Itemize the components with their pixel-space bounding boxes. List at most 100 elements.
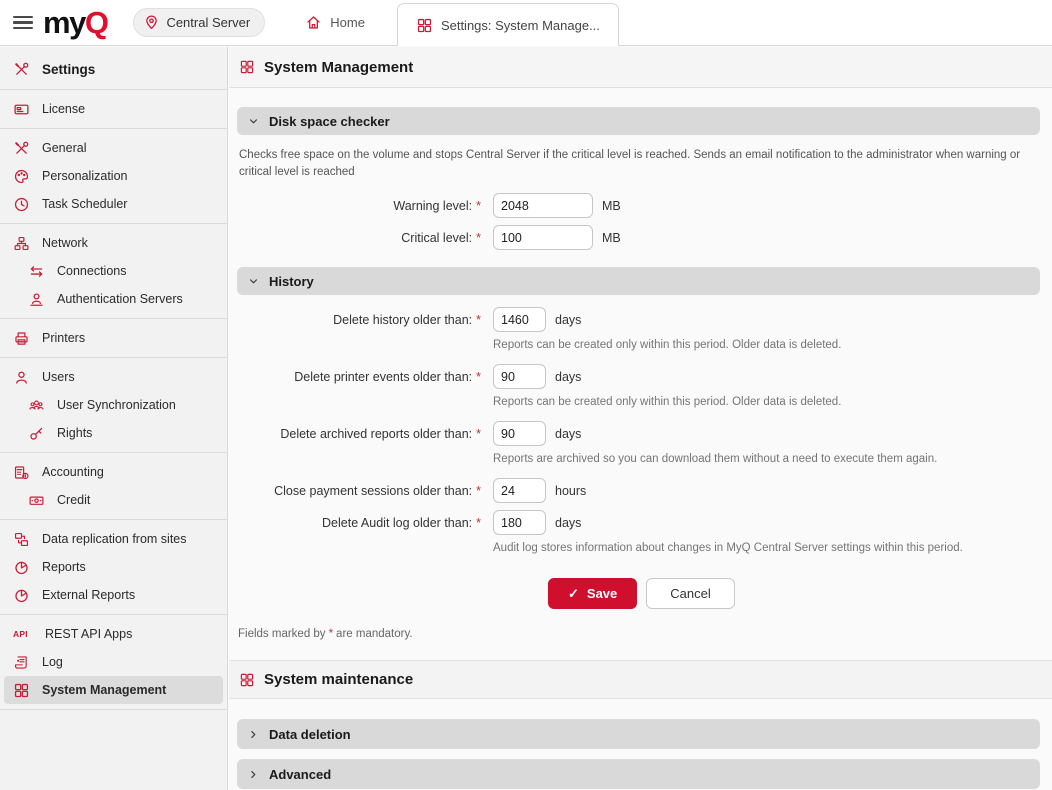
license-card-icon bbox=[13, 101, 30, 118]
save-button-label: Save bbox=[587, 586, 617, 601]
chevron-right-icon bbox=[247, 728, 260, 741]
sidebar-item-credit[interactable]: Credit bbox=[4, 486, 223, 514]
divider bbox=[0, 452, 227, 453]
sidebar-item-printers[interactable]: Printers bbox=[4, 324, 223, 352]
section-header-data-deletion[interactable]: Data deletion bbox=[237, 719, 1040, 749]
sidebar-item-rest-api-apps[interactable]: API REST API Apps bbox=[4, 620, 223, 648]
palette-icon bbox=[13, 168, 30, 185]
sidebar-item-label: Task Scheduler bbox=[42, 197, 127, 211]
tools-icon bbox=[13, 140, 30, 157]
field-label: Close payment sessions older than:* bbox=[229, 484, 481, 498]
required-asterisk: * bbox=[476, 427, 481, 441]
field-unit-label: MB bbox=[602, 231, 621, 245]
form-field-row: Delete Audit log older than:* days bbox=[229, 510, 1052, 535]
top-bar: myQ Central Server Home Settings: System… bbox=[0, 0, 1052, 46]
calculator-icon bbox=[13, 464, 30, 481]
hamburger-menu-icon[interactable] bbox=[13, 12, 33, 33]
required-asterisk: * bbox=[476, 231, 481, 245]
disk-section-description: Checks free space on the volume and stop… bbox=[239, 147, 1036, 181]
page-title: System Management bbox=[264, 59, 413, 76]
sidebar-item-label: REST API Apps bbox=[45, 627, 132, 641]
required-asterisk: * bbox=[476, 484, 481, 498]
mandatory-note-suffix: are mandatory. bbox=[336, 628, 413, 640]
user-icon bbox=[13, 369, 30, 386]
divider bbox=[0, 357, 227, 358]
form-field-row: Delete printer events older than:* days bbox=[229, 364, 1052, 389]
section-header-advanced[interactable]: Advanced bbox=[237, 759, 1040, 789]
grid-icon bbox=[416, 17, 433, 34]
server-selector-button[interactable]: Central Server bbox=[133, 8, 265, 37]
sidebar-item-label: Log bbox=[42, 655, 63, 669]
critical-level-input[interactable] bbox=[493, 225, 593, 250]
section-title-band-system-maintenance: System maintenance bbox=[229, 660, 1052, 699]
pie-chart-icon bbox=[13, 559, 30, 576]
form-field-row: Critical level:* MB bbox=[229, 225, 1052, 250]
printer-icon bbox=[13, 330, 30, 347]
save-button[interactable]: ✓ Save bbox=[548, 578, 637, 609]
sidebar-item-license[interactable]: License bbox=[4, 95, 223, 123]
server-selector-label: Central Server bbox=[166, 15, 250, 30]
sidebar-item-external-reports[interactable]: External Reports bbox=[4, 581, 223, 609]
tab-settings-label: Settings: System Manage... bbox=[441, 18, 600, 33]
sidebar-item-label: License bbox=[42, 102, 85, 116]
field-label: Delete printer events older than:* bbox=[229, 370, 481, 384]
field-unit-label: days bbox=[555, 427, 581, 441]
field-unit-label: days bbox=[555, 370, 581, 384]
delete-history-older-than-input[interactable] bbox=[493, 307, 546, 332]
field-unit-label: days bbox=[555, 313, 581, 327]
delete-archived-reports-older-than-input[interactable] bbox=[493, 421, 546, 446]
field-help-note: Reports can be created only within this … bbox=[493, 396, 1052, 408]
sidebar-item-connections[interactable]: Connections bbox=[4, 257, 223, 285]
warning-level-input[interactable] bbox=[493, 193, 593, 218]
tab-settings-system-management[interactable]: Settings: System Manage... bbox=[397, 3, 619, 46]
section-header-history[interactable]: History bbox=[237, 267, 1040, 295]
sidebar-item-label: User Synchronization bbox=[57, 398, 176, 412]
cancel-button[interactable]: Cancel bbox=[646, 578, 734, 609]
delete-audit-log-older-than-input[interactable] bbox=[493, 510, 546, 535]
sidebar-item-general[interactable]: General bbox=[4, 134, 223, 162]
sidebar-item-label: Rights bbox=[57, 426, 92, 440]
main-content: System Management Disk space checker Che… bbox=[229, 47, 1052, 790]
section-header-disk-space-checker[interactable]: Disk space checker bbox=[237, 107, 1040, 135]
key-icon bbox=[28, 425, 45, 442]
sidebar-item-rights[interactable]: Rights bbox=[4, 419, 223, 447]
field-label: Delete Audit log older than:* bbox=[229, 516, 481, 530]
field-help-note: Reports can be created only within this … bbox=[493, 339, 1052, 351]
mandatory-note-prefix: Fields marked by bbox=[238, 628, 326, 640]
divider bbox=[0, 318, 227, 319]
delete-printer-events-older-than-input[interactable] bbox=[493, 364, 546, 389]
sidebar-item-accounting[interactable]: Accounting bbox=[4, 458, 223, 486]
sidebar-title: Settings bbox=[0, 54, 227, 84]
field-help-note: Reports are archived so you can download… bbox=[493, 453, 1052, 465]
sidebar-item-label: Accounting bbox=[42, 465, 104, 479]
field-label: Delete archived reports older than:* bbox=[229, 427, 481, 441]
sidebar-item-data-replication-from-sites[interactable]: Data replication from sites bbox=[4, 525, 223, 553]
tab-home[interactable]: Home bbox=[305, 14, 365, 31]
collapsed-section-label: Data deletion bbox=[269, 727, 351, 742]
sidebar-item-system-management[interactable]: System Management bbox=[4, 676, 223, 704]
sidebar-item-user-synchronization[interactable]: User Synchronization bbox=[4, 391, 223, 419]
location-pin-icon bbox=[143, 14, 160, 31]
sidebar-title-label: Settings bbox=[42, 62, 95, 77]
close-payment-sessions-older-than-input[interactable] bbox=[493, 478, 546, 503]
section-title: Disk space checker bbox=[269, 114, 390, 129]
required-asterisk: * bbox=[476, 313, 481, 327]
network-icon bbox=[13, 235, 30, 252]
sidebar-item-label: Credit bbox=[57, 493, 90, 507]
sidebar-item-reports[interactable]: Reports bbox=[4, 553, 223, 581]
field-help-note: Audit log stores information about chang… bbox=[493, 542, 1052, 554]
users-group-icon bbox=[28, 397, 45, 414]
sidebar-item-log[interactable]: Log bbox=[4, 648, 223, 676]
required-asterisk: * bbox=[476, 199, 481, 213]
form-field-row: Delete archived reports older than:* day… bbox=[229, 421, 1052, 446]
cancel-button-label: Cancel bbox=[670, 586, 710, 601]
sidebar-item-users[interactable]: Users bbox=[4, 363, 223, 391]
required-asterisk: * bbox=[476, 516, 481, 530]
sidebar-item-task-scheduler[interactable]: Task Scheduler bbox=[4, 190, 223, 218]
chevron-right-icon bbox=[247, 768, 260, 781]
sidebar-item-network[interactable]: Network bbox=[4, 229, 223, 257]
tab-home-label: Home bbox=[330, 15, 365, 30]
sidebar-item-label: Network bbox=[42, 236, 88, 250]
sidebar-item-personalization[interactable]: Personalization bbox=[4, 162, 223, 190]
sidebar-item-authentication-servers[interactable]: Authentication Servers bbox=[4, 285, 223, 313]
